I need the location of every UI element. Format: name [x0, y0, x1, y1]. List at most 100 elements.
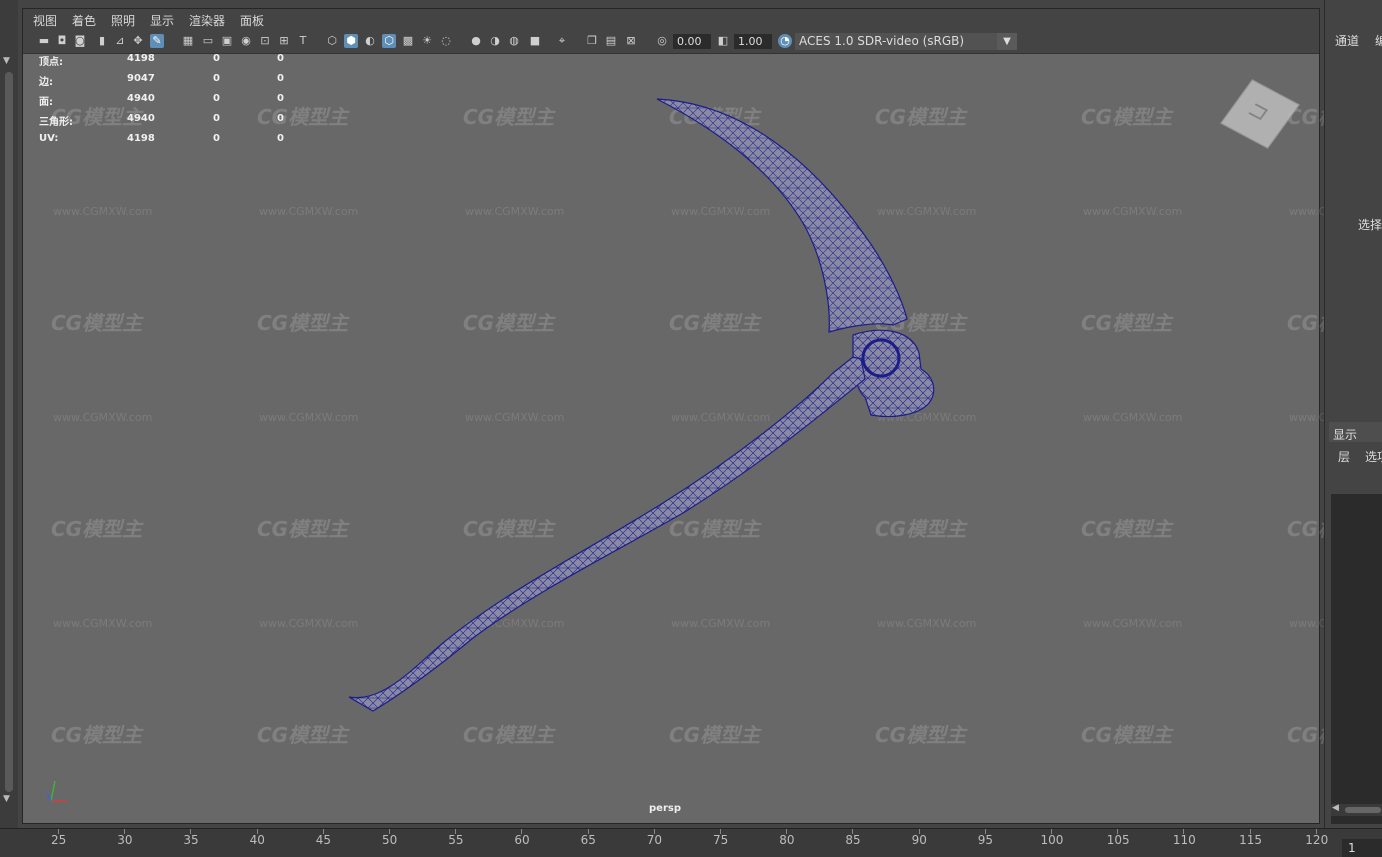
hud-row-vertices: 顶点: 4198 0 0 [39, 53, 339, 68]
timeline-tick-label: 25 [51, 833, 67, 847]
menu-show[interactable]: 显示 [150, 12, 174, 29]
scythe-head [852, 329, 935, 418]
timeline-tick-mark [521, 829, 523, 834]
timeline-tick-mark [852, 829, 854, 834]
depth-of-field-icon[interactable]: ■ [528, 34, 542, 48]
use-all-lights-icon[interactable]: ☀ [420, 34, 434, 48]
channel-box-panel: 通道 编 选择 显示 层 选项 ◀ [1324, 0, 1382, 828]
textured-icon[interactable]: ▩ [401, 34, 415, 48]
grease-pencil-icon[interactable]: ✎ [150, 34, 164, 48]
tab-display[interactable]: 显示 [1333, 426, 1357, 443]
scroll-left-arrow-icon[interactable]: ◀ [1332, 803, 1339, 813]
select-camera-icon[interactable]: ▬ [37, 34, 51, 48]
timeline-tick-label: 110 [1172, 833, 1196, 847]
timeline-tick-mark [1249, 829, 1251, 834]
camera-label: persp [649, 803, 681, 814]
smooth-shade-icon[interactable]: ⬢ [344, 34, 358, 48]
layers-menu[interactable]: 层 [1338, 448, 1350, 465]
menu-view[interactable]: 视图 [33, 12, 57, 29]
scroll-up-arrow-icon[interactable]: ▼ [3, 56, 10, 66]
motion-blur-icon[interactable]: ◑ [488, 34, 502, 48]
xray-icon[interactable]: ❐ [585, 34, 599, 48]
color-management-icon[interactable]: ◔ [778, 34, 792, 48]
wireframe-on-shaded-icon[interactable]: ⬡ [382, 34, 396, 48]
ambient-occlusion-icon[interactable]: ● [469, 34, 483, 48]
menu-lighting[interactable]: 照明 [111, 12, 135, 29]
timeline-tick-mark [322, 829, 324, 834]
gamma-field[interactable]: 1.00 [734, 34, 772, 49]
viewport-panel: 视图 着色 照明 显示 渲染器 面板 ▬ ◘ ◙ ▮ ⊿ ✥ ✎ ▦ ▭ ▣ ◉… [22, 8, 1382, 824]
xray-joints-icon[interactable]: ▤ [604, 34, 618, 48]
timeline-tick-label: 90 [911, 833, 927, 847]
tab-edit[interactable]: 编 [1375, 32, 1382, 49]
hud-value: 0 [277, 73, 284, 84]
image-plane-icon[interactable]: ⊿ [113, 34, 127, 48]
timeline-tick-label: 40 [249, 833, 265, 847]
gamma-icon[interactable]: ◧ [716, 34, 730, 48]
hud-value: 0 [213, 93, 220, 104]
3d-view-area[interactable]: CG模型主 CG模型主 CG模型主 CG模型主 www.CGMXW.com www.CGM… [23, 53, 1382, 823]
timeline-tick-label: 30 [117, 833, 133, 847]
safe-action-icon[interactable]: ⊞ [277, 34, 291, 48]
hud-value: 0 [213, 133, 220, 144]
grid-icon[interactable]: ▦ [181, 34, 195, 48]
field-chart-icon[interactable]: ⊡ [258, 34, 272, 48]
options-menu[interactable]: 选项 [1365, 448, 1382, 465]
hud-value: 4198 [127, 53, 155, 64]
time-slider[interactable]: 25 30 35 40 45 50 55 60 65 70 75 80 85 90 95 100 105 110 1… [0, 828, 1382, 857]
resolution-gate-icon[interactable]: ▣ [220, 34, 234, 48]
scythe-wireframe-model[interactable] [23, 53, 1319, 823]
timeline-tick-mark [58, 829, 59, 834]
timeline-tick-label: 65 [580, 833, 596, 847]
current-frame-field[interactable]: 1 [1342, 839, 1382, 857]
hud-value: 0 [277, 133, 284, 144]
menu-shading[interactable]: 着色 [72, 12, 96, 29]
isolate-select-icon[interactable]: ⌖ [555, 34, 569, 48]
anti-aliasing-icon[interactable]: ◍ [507, 34, 521, 48]
chevron-down-icon[interactable]: ▼ [997, 33, 1017, 50]
timeline-tick-label: 100 [1040, 833, 1064, 847]
scroll-thumb[interactable] [1345, 807, 1381, 813]
horizontal-scrollbar[interactable]: ◀ [1331, 803, 1382, 816]
xray-components-icon[interactable]: ⊠ [624, 34, 638, 48]
hud-value: 0 [277, 53, 284, 64]
wireframe-icon[interactable]: ⬡ [325, 34, 339, 48]
axis-gizmo [46, 780, 67, 802]
timeline-tick-label: 85 [845, 833, 861, 847]
left-scroll-strip: ▼ ▼ [0, 0, 18, 828]
hud-value: 0 [213, 73, 220, 84]
hud-value: 4940 [127, 93, 155, 104]
exposure-field[interactable]: 0.00 [673, 34, 711, 49]
timeline-tick-label: 105 [1106, 833, 1130, 847]
gate-mask-icon[interactable]: ◉ [239, 34, 253, 48]
timeline-tick-mark [720, 829, 721, 834]
safe-title-icon[interactable]: T [296, 34, 310, 48]
scythe-handle [348, 356, 866, 712]
layer-list[interactable] [1331, 494, 1382, 824]
timeline-tick-label: 50 [382, 833, 398, 847]
timeline-tick-mark [1117, 829, 1119, 834]
bookmark-icon[interactable]: ▮ [95, 34, 109, 48]
shadows-icon[interactable]: ◌ [439, 34, 453, 48]
scroll-down-arrow-icon[interactable]: ▼ [3, 794, 10, 804]
bookmark-camera-icon[interactable]: ◙ [73, 34, 87, 48]
camera-attributes-icon[interactable]: ◘ [55, 34, 69, 48]
timeline-tick-label: 45 [315, 833, 332, 847]
maya-window: ▼ ▼ 视图 着色 照明 显示 渲染器 面板 ▬ ◘ ◙ ▮ ⊿ ✥ ✎ ▦ ▭… [0, 0, 1382, 857]
film-gate-icon[interactable]: ▭ [201, 34, 215, 48]
timeline-tick-mark [653, 829, 655, 834]
color-space-select[interactable]: ACES 1.0 SDR-video (sRGB) [795, 33, 1017, 50]
hud-label: 三角形: [39, 117, 73, 128]
menu-panels[interactable]: 面板 [240, 12, 264, 29]
menu-renderer[interactable]: 渲染器 [189, 12, 225, 29]
timeline-tick-mark [124, 829, 126, 834]
2d-pan-zoom-icon[interactable]: ✥ [131, 34, 145, 48]
tab-channels[interactable]: 通道 [1335, 32, 1359, 49]
exposure-icon[interactable]: ◎ [655, 34, 669, 48]
timeline-tick-label: 35 [183, 833, 199, 847]
timeline-tick-label: 120 [1305, 833, 1329, 847]
vertical-scrollbar[interactable] [5, 72, 13, 792]
hud-row-faces: 面: 4940 0 0 [39, 93, 339, 108]
default-material-icon[interactable]: ◐ [363, 34, 377, 48]
timeline-tick-label: 95 [977, 833, 994, 847]
